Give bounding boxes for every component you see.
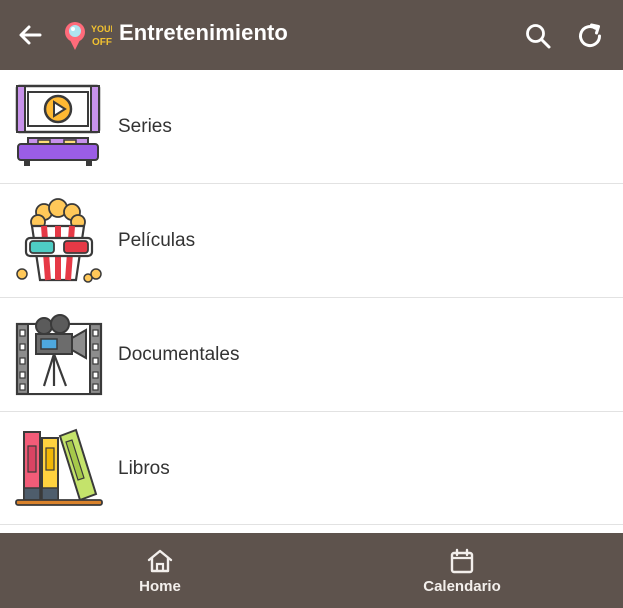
page-title: Entretenimiento bbox=[119, 20, 288, 45]
popcorn-3d-glasses-icon bbox=[16, 198, 102, 283]
list-item-label: Libros bbox=[118, 458, 170, 479]
category-list: Series Películas Documentales Libros bbox=[0, 70, 623, 525]
tv-sofa-icon bbox=[15, 84, 101, 166]
app-bar: YOUR OFF Entretenimiento bbox=[0, 0, 623, 70]
list-item-label: Documentales bbox=[118, 344, 240, 365]
nav-calendar-label: Calendario bbox=[423, 578, 501, 595]
list-item-peliculas[interactable]: Películas bbox=[0, 184, 623, 298]
bottom-navigation: Home Calendario bbox=[0, 533, 623, 608]
nav-home-button[interactable]: Home bbox=[60, 533, 260, 608]
svg-text:OFF: OFF bbox=[92, 37, 112, 48]
list-item-label: Películas bbox=[118, 230, 196, 251]
refresh-icon[interactable] bbox=[575, 21, 605, 51]
search-icon[interactable] bbox=[524, 22, 552, 50]
list-item-series[interactable]: Series bbox=[0, 70, 623, 184]
svg-text:YOUR: YOUR bbox=[91, 24, 112, 34]
back-arrow-icon[interactable] bbox=[16, 21, 44, 49]
nav-home-label: Home bbox=[139, 578, 181, 595]
app-logo-icon: YOUR OFF bbox=[65, 22, 112, 50]
nav-calendar-button[interactable]: Calendario bbox=[362, 533, 562, 608]
film-camera-icon bbox=[15, 314, 103, 396]
calendar-icon bbox=[450, 548, 474, 574]
list-item-label: Series bbox=[118, 116, 172, 137]
list-item-libros[interactable]: Libros bbox=[0, 412, 623, 525]
books-icon bbox=[15, 428, 103, 506]
home-icon bbox=[147, 549, 173, 573]
list-item-documentales[interactable]: Documentales bbox=[0, 298, 623, 412]
